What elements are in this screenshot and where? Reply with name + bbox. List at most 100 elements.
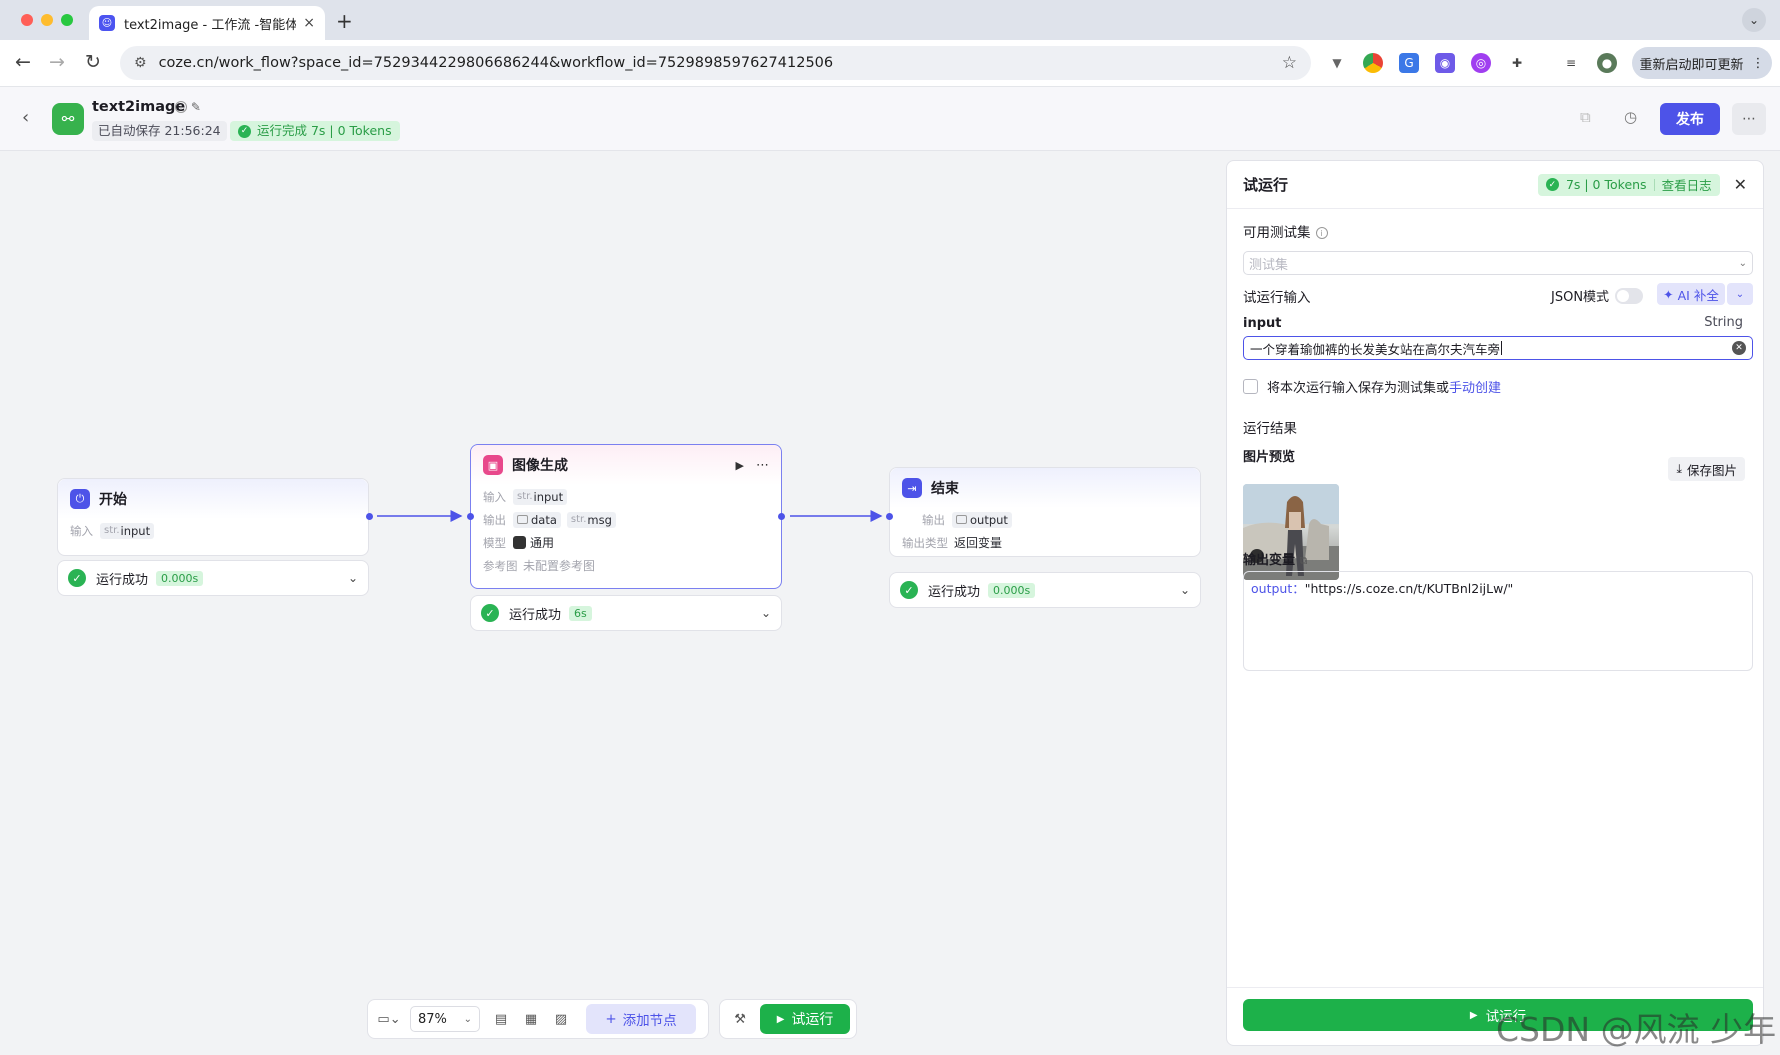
end-node-title: 结束 [931,481,959,497]
tab-search-button[interactable]: ⌄ [1742,8,1766,32]
bookmark-star-icon[interactable]: ☆ [1282,53,1297,73]
save-testset-checkbox[interactable] [1243,379,1258,394]
image-gen-ref-label: 参考图 [483,558,518,573]
back-arrow-icon[interactable]: ← [10,51,36,73]
input-field[interactable]: 一个穿着瑜伽裤的长发美女站在高尔夫汽车旁 ✕ [1243,336,1753,360]
edit-icon[interactable]: ✎ [191,100,201,114]
chevron-down-icon[interactable]: ⌄ [348,571,358,585]
maximize-window-button[interactable] [61,14,73,26]
test-run-button[interactable]: ▶ 试运行 [760,1004,850,1034]
forward-arrow-icon[interactable]: → [44,51,70,73]
model-avatar-icon [513,536,526,549]
address-bar[interactable]: ⚙ coze.cn/work_flow?space_id=75293442298… [120,46,1311,80]
check-circle-icon: ✓ [900,581,918,599]
run-result-section-label: 运行结果 [1243,421,1297,437]
add-node-button[interactable]: + 添加节点 [586,1004,696,1034]
tab-close-icon[interactable]: × [303,15,315,31]
image-gen-node[interactable]: ▣ 图像生成 ▶ ⋯ 输入 str. input 输出 data str. msg … [470,444,782,589]
image-gen-output-label: 输出 [483,512,506,527]
layout-icon[interactable]: ▦ [516,1012,546,1027]
back-chevron-icon[interactable]: ‹ [22,107,29,128]
autosave-status: 已自动保存 21:56:24 [92,121,227,141]
profile-avatar[interactable]: ● [1597,53,1617,73]
copy-icon[interactable]: ⧉ [1300,554,1308,567]
tab-title: text2image - 工作流 -智能体平 [124,17,296,33]
workflow-canvas[interactable]: ⏻ 开始 输入 str. input ✓ 运行成功 0.000s ⌄ ▣ 图像生成… [0,152,1226,1055]
end-node-status[interactable]: ✓ 运行成功 0.000s ⌄ [889,572,1201,608]
comment-icon[interactable]: ▤ [486,1012,516,1027]
image-gen-model-row: 模型 通用 [471,531,781,554]
output-variables-box[interactable]: output："https://s.coze.cn/t/KUTBnl2ijLw/… [1243,571,1753,671]
end-node[interactable]: ⇥ 结束 输出 output 输出类型 返回变量 [889,467,1201,557]
manual-create-link[interactable]: 手动创建 [1449,377,1501,396]
test-run-panel-title: 试运行 [1243,176,1289,194]
reading-list-icon[interactable]: ≡ [1561,53,1581,73]
more-options-button[interactable]: ⋯ [1732,103,1766,135]
screenshot-extension-icon[interactable]: ◉ [1435,53,1455,73]
close-window-button[interactable] [21,14,33,26]
extensions-puzzle-icon[interactable]: ✚ [1507,53,1527,73]
clear-input-icon[interactable]: ✕ [1732,341,1746,355]
play-icon: ▶ [1469,1009,1478,1021]
testset-select[interactable]: 测试集 ⌄ [1243,251,1753,275]
start-icon: ⏻ [70,489,90,509]
history-icon[interactable]: ◷ [1624,108,1637,126]
json-mode-switch[interactable] [1615,287,1644,304]
start-input-label: 输入 [70,523,93,538]
reload-icon[interactable]: ↻ [80,51,106,73]
minimap-icon[interactable]: ▭⌄ [374,1012,404,1027]
info-icon[interactable]: i [175,101,187,113]
ai-fill-button[interactable]: ✦ AI 补全 [1657,283,1725,305]
chevron-down-icon[interactable]: ⌄ [1180,583,1190,597]
run-node-play-icon[interactable]: ▶ [736,459,744,472]
image-gen-node-status[interactable]: ✓ 运行成功 6s ⌄ [470,595,782,631]
start-node[interactable]: ⏻ 开始 输入 str. input [57,478,369,556]
end-icon: ⇥ [902,478,922,498]
site-settings-icon[interactable]: ⚙ [134,55,147,71]
image-gen-input-port[interactable] [467,513,474,520]
close-icon[interactable]: ✕ [1734,175,1747,194]
info-icon[interactable]: i [1315,227,1328,239]
save-image-button[interactable]: ⤓ 保存图片 [1668,457,1745,481]
start-node-status[interactable]: ✓ 运行成功 0.000s ⌄ [57,560,369,596]
image-gen-output-port[interactable] [778,513,785,520]
extension-v-icon[interactable]: ▼ [1327,53,1347,73]
ai-fill-dropdown[interactable]: ⌄ [1727,283,1753,305]
zoom-select[interactable]: 87% ⌄ [410,1006,480,1032]
new-tab-button[interactable]: + [336,9,353,33]
minimize-window-button[interactable] [41,14,53,26]
input-field-type: String [1704,315,1743,330]
image-node-icon[interactable]: ▨ [546,1012,576,1027]
browser-tab[interactable]: ☺ text2image - 工作流 -智能体平 × [89,6,325,40]
testset-placeholder: 测试集 [1249,257,1289,273]
start-input-tag: str. input [100,522,155,539]
view-log-link[interactable]: 查看日志 [1662,175,1712,194]
image-type-icon [956,515,967,524]
save-image-label: 保存图片 [1686,462,1737,478]
copy-icon[interactable]: ⧉ [1580,108,1591,126]
wrench-icon[interactable]: ⚒ [726,1012,754,1027]
chevron-down-icon[interactable]: ⌄ [761,606,771,620]
badge-divider [1653,178,1655,191]
run-stats-text: 7s | 0 Tokens [1565,177,1647,192]
output-value[interactable]: "https://s.coze.cn/t/KUTBnl2ijLw/" [1305,581,1514,596]
publish-button[interactable]: 发布 [1660,103,1720,135]
end-input-port[interactable] [886,513,893,520]
check-circle-icon: ✓ [238,124,251,138]
input-field-value[interactable]: 一个穿着瑜伽裤的长发美女站在高尔夫汽车旁 [1250,339,1500,358]
relaunch-update-button[interactable]: 重新启动即可更新 ⋮ [1632,47,1772,79]
workflow-info-icons[interactable]: i ✎ [170,100,201,114]
image-gen-output-data-tag: data [513,511,561,528]
url-text[interactable]: coze.cn/work_flow?space_id=7529344229806… [159,55,834,71]
json-mode-toggle[interactable]: JSON模式 [1551,286,1644,305]
chrome-extension-icon[interactable] [1363,53,1383,73]
translate-extension-icon[interactable]: G [1399,53,1419,73]
end-output-type-row: 输出类型 返回变量 [890,531,1200,554]
end-duration-badge: 0.000s [988,582,1036,598]
chevron-down-icon: ⌄ [1738,257,1747,269]
start-output-port[interactable] [366,513,373,520]
node-more-icon[interactable]: ⋯ [756,458,769,473]
browser-menu-icon[interactable]: ⋮ [1752,56,1765,71]
purple-extension-icon[interactable]: ◎ [1471,53,1491,73]
start-node-input-row: 输入 str. input [58,519,368,542]
